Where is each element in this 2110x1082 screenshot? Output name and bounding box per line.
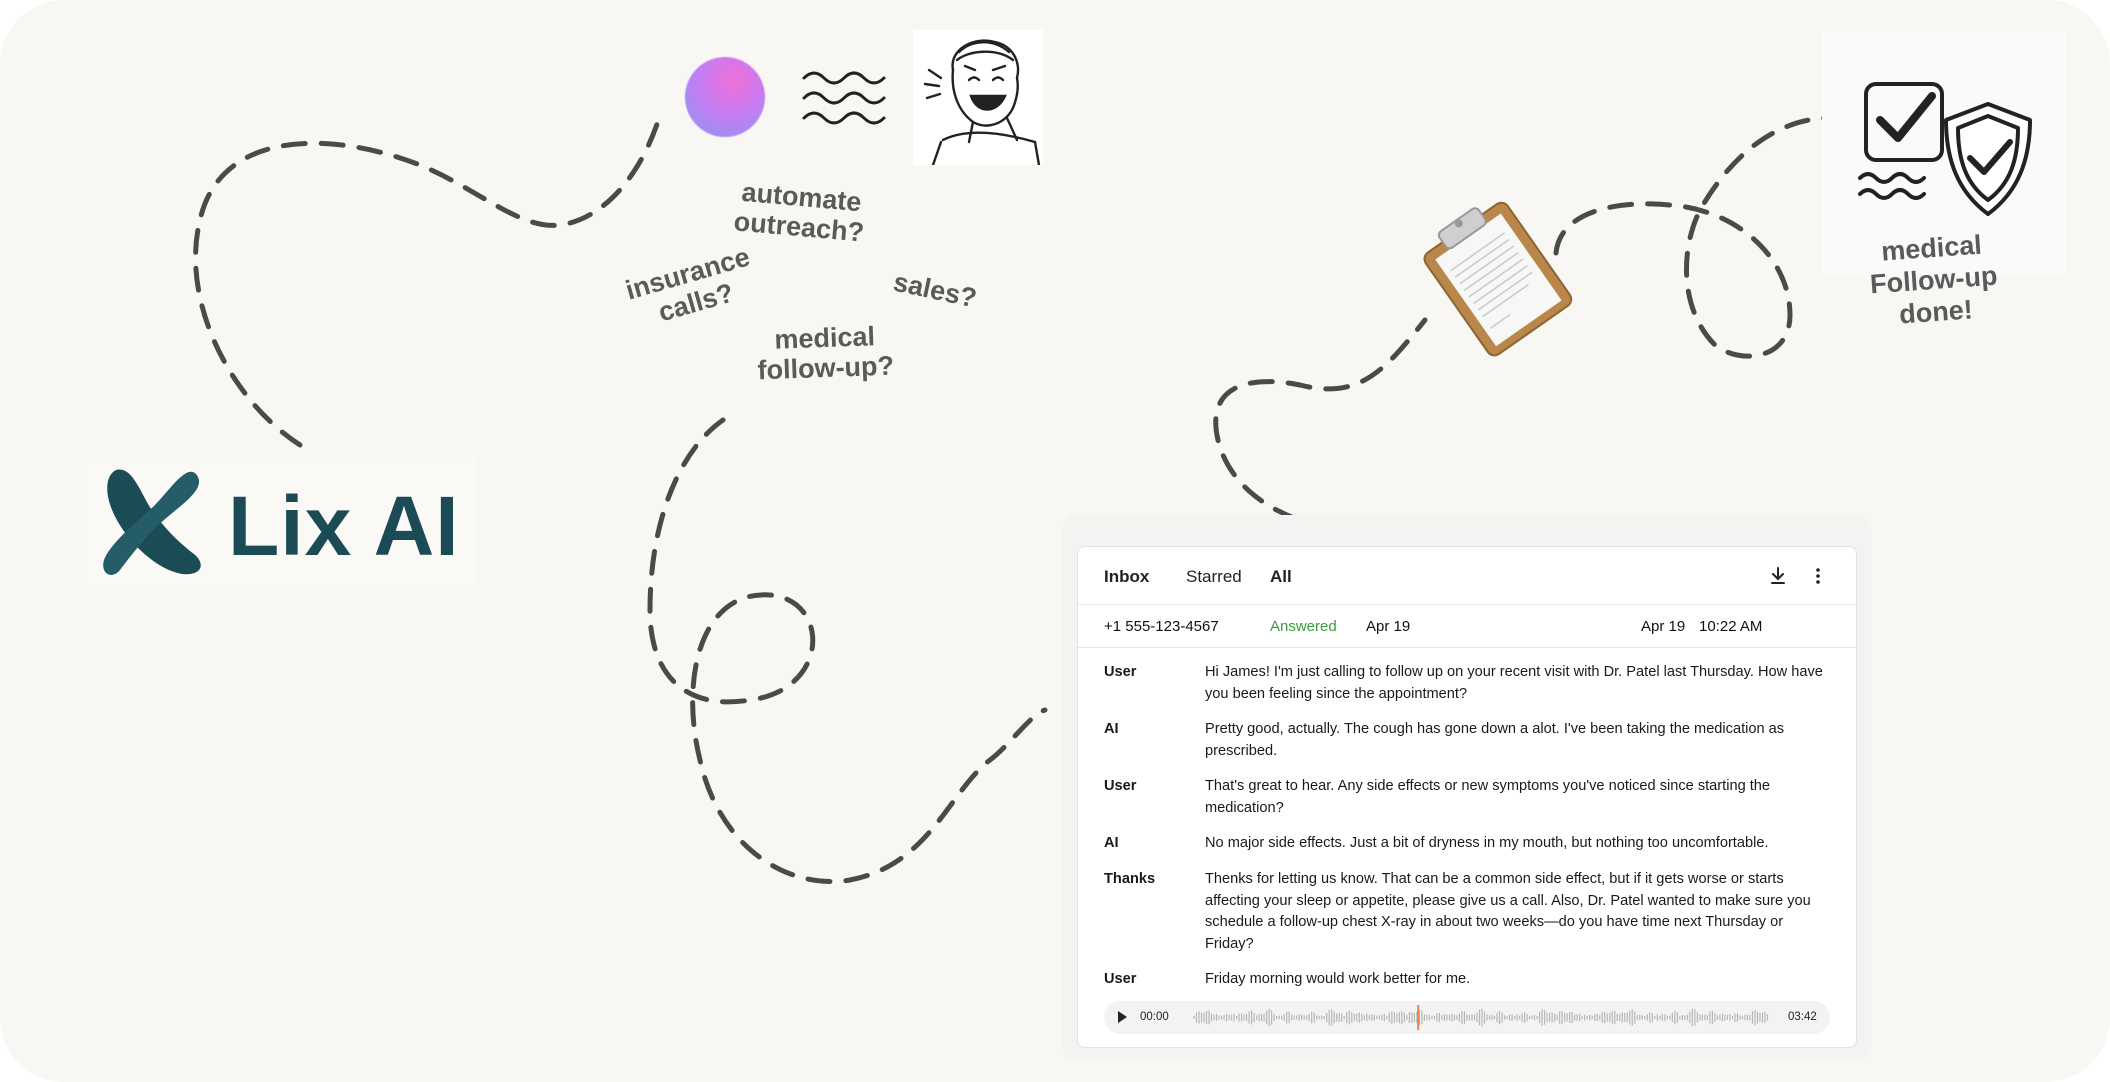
duration: 03:42 (1788, 1011, 1817, 1023)
speaker-label: AI (1104, 721, 1119, 737)
status-badge: Answered (1270, 618, 1337, 635)
call-date: Apr 19 (1366, 618, 1411, 635)
current-time: 00:00 (1140, 1011, 1169, 1023)
wave-icon (802, 71, 886, 125)
message-text: Friday morning would work better for me. (1205, 971, 1471, 987)
audio-waveform[interactable] (1192, 1005, 1772, 1030)
more-vert-icon[interactable] (1814, 567, 1822, 585)
speaker-label: User (1104, 971, 1137, 987)
speaker-label: User (1104, 664, 1137, 680)
message-text: Thenks for letting us know. That can be … (1205, 871, 1811, 952)
play-icon[interactable] (1118, 1011, 1127, 1023)
call-date-secondary: Apr 19 (1641, 618, 1686, 635)
question-text: automate outreach? (732, 176, 866, 248)
call-row[interactable]: +1 555-123-4567 Answered Apr 19 Apr 19 1… (1078, 605, 1856, 648)
call-time: 10:22 AM (1699, 618, 1763, 635)
caller-phone: +1 555-123-4567 (1104, 618, 1219, 635)
shield-check-icon (1944, 102, 2032, 216)
question-medical-follow-up: medical follow-up? (756, 321, 895, 386)
question-text: medical follow-up? (757, 321, 895, 386)
tab-all[interactable]: All (1270, 567, 1292, 587)
question-automate-outreach: automate outreach? (732, 176, 868, 248)
message-text: No major side effects. Just a bit of dry… (1205, 835, 1769, 851)
message-text: That's great to hear. Any side effects o… (1205, 778, 1771, 816)
tab-starred[interactable]: Starred (1186, 567, 1242, 587)
call-inbox-panel: Inbox Starred All +1 555-123-4567 Answer… (1077, 546, 1857, 1048)
download-icon[interactable] (1770, 567, 1786, 585)
canvas: Lix AI automate outreach? insurance call… (0, 0, 2110, 1082)
brand-name: Lix AI (228, 479, 460, 573)
clipboard-icon (1423, 201, 1573, 357)
speaker-label: AI (1104, 835, 1119, 851)
message-text: Hi James! I'm just calling to follow up … (1205, 664, 1823, 702)
tab-bar: Inbox Starred All (1078, 547, 1856, 605)
done-label: medical Follow-up done! (1867, 228, 2001, 333)
laughing-man-illustration (913, 30, 1043, 165)
tab-inbox[interactable]: Inbox (1104, 567, 1149, 587)
ai-orb (685, 57, 765, 137)
message-text: Pretty good, actually. The cough has gon… (1205, 721, 1785, 759)
speaker-label: Thanks (1104, 871, 1156, 887)
audio-player: 00:00 03:42 (1104, 1001, 1830, 1034)
x-logo-icon (103, 469, 201, 575)
done-label-text: medical Follow-up done! (1869, 229, 1999, 330)
speaker-label: User (1104, 778, 1137, 794)
